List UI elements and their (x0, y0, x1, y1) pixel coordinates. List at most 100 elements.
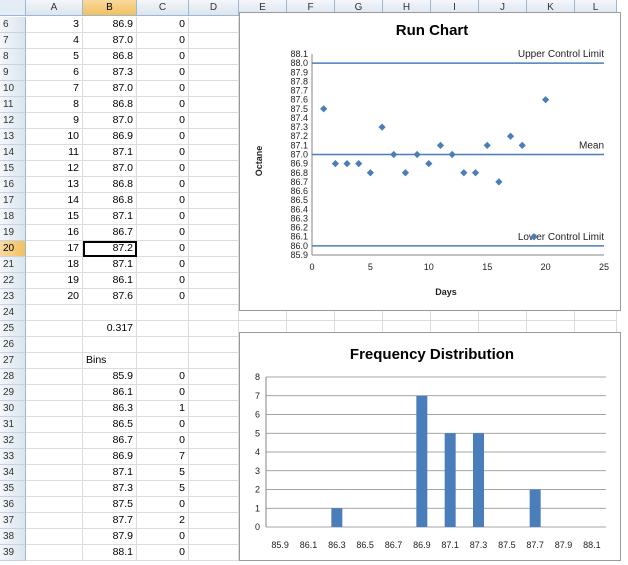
cell-b19[interactable]: 86.7 (83, 225, 137, 241)
cell-a28[interactable] (26, 369, 83, 385)
cell-a32[interactable] (26, 433, 83, 449)
column-header-b[interactable]: B (83, 0, 137, 16)
row-header[interactable]: 34 (0, 465, 26, 481)
cell-b22[interactable]: 86.1 (83, 273, 137, 289)
row-header[interactable]: 13 (0, 129, 26, 145)
cell-c17[interactable]: 0 (137, 193, 189, 209)
cell-c33[interactable]: 7 (137, 449, 189, 465)
cell-c15[interactable]: 0 (137, 161, 189, 177)
cell-d18[interactable] (189, 209, 239, 225)
column-header-d[interactable]: D (189, 0, 239, 16)
row-header[interactable]: 7 (0, 33, 26, 49)
row-header[interactable]: 14 (0, 145, 26, 161)
cell-c9[interactable]: 0 (137, 65, 189, 81)
row-header[interactable]: 8 (0, 49, 26, 65)
cell-a30[interactable] (26, 401, 83, 417)
cell-b9[interactable]: 87.3 (83, 65, 137, 81)
row-header[interactable]: 20 (0, 241, 26, 257)
cell-c7[interactable]: 0 (137, 33, 189, 49)
cell-b25[interactable]: 0.317 (83, 321, 137, 337)
cell-a38[interactable] (26, 529, 83, 545)
cell-c8[interactable]: 0 (137, 49, 189, 65)
cell-c26[interactable] (137, 337, 189, 353)
cell-c32[interactable]: 0 (137, 433, 189, 449)
row-header[interactable]: 37 (0, 513, 26, 529)
row-header[interactable]: 12 (0, 113, 26, 129)
cell-a26[interactable] (26, 337, 83, 353)
row-header[interactable]: 6 (0, 17, 26, 33)
cell-c13[interactable]: 0 (137, 129, 189, 145)
cell-d20[interactable] (189, 241, 239, 257)
cell-d30[interactable] (189, 401, 239, 417)
cell-b21[interactable]: 87.1 (83, 257, 137, 273)
cell-b12[interactable]: 87.0 (83, 113, 137, 129)
cell-a29[interactable] (26, 385, 83, 401)
cell-d19[interactable] (189, 225, 239, 241)
cell-b38[interactable]: 87.9 (83, 529, 137, 545)
cell-d22[interactable] (189, 273, 239, 289)
row-header[interactable]: 26 (0, 337, 26, 353)
row-header[interactable]: 35 (0, 481, 26, 497)
cell-c21[interactable]: 0 (137, 257, 189, 273)
cell-a16[interactable]: 13 (26, 177, 83, 193)
select-all-corner[interactable] (0, 0, 26, 16)
cell-a33[interactable] (26, 449, 83, 465)
row-header[interactable]: 23 (0, 289, 26, 305)
cell-a19[interactable]: 16 (26, 225, 83, 241)
row-header[interactable]: 9 (0, 65, 26, 81)
cell-c19[interactable]: 0 (137, 225, 189, 241)
cell-c16[interactable]: 0 (137, 177, 189, 193)
cell-a27[interactable] (26, 353, 83, 369)
cell-a18[interactable]: 15 (26, 209, 83, 225)
cell-c29[interactable]: 0 (137, 385, 189, 401)
cell-d9[interactable] (189, 65, 239, 81)
cell-d33[interactable] (189, 449, 239, 465)
cell-c14[interactable]: 0 (137, 145, 189, 161)
cell-b7[interactable]: 87.0 (83, 33, 137, 49)
cell-b27[interactable]: Bins (83, 353, 137, 369)
cell-c28[interactable]: 0 (137, 369, 189, 385)
row-header[interactable]: 38 (0, 529, 26, 545)
cell-b39[interactable]: 88.1 (83, 545, 137, 561)
cell-b28[interactable]: 85.9 (83, 369, 137, 385)
cell-a12[interactable]: 9 (26, 113, 83, 129)
cell-c31[interactable]: 0 (137, 417, 189, 433)
cell-a9[interactable]: 6 (26, 65, 83, 81)
cell-b8[interactable]: 86.8 (83, 49, 137, 65)
cell-b6[interactable]: 86.9 (83, 17, 137, 33)
cell-d38[interactable] (189, 529, 239, 545)
cell-d6[interactable] (189, 17, 239, 33)
cell-d34[interactable] (189, 465, 239, 481)
cell-c37[interactable]: 2 (137, 513, 189, 529)
cell-c30[interactable]: 1 (137, 401, 189, 417)
row-header[interactable]: 15 (0, 161, 26, 177)
cell-d31[interactable] (189, 417, 239, 433)
cell-a22[interactable]: 19 (26, 273, 83, 289)
cell-a13[interactable]: 10 (26, 129, 83, 145)
cell-b36[interactable]: 87.5 (83, 497, 137, 513)
column-header-a[interactable]: A (26, 0, 83, 16)
row-header[interactable]: 32 (0, 433, 26, 449)
row-header[interactable]: 21 (0, 257, 26, 273)
row-header[interactable]: 17 (0, 193, 26, 209)
cell-b30[interactable]: 86.3 (83, 401, 137, 417)
cell-d35[interactable] (189, 481, 239, 497)
cell-a17[interactable]: 14 (26, 193, 83, 209)
cell-a37[interactable] (26, 513, 83, 529)
cell-a7[interactable]: 4 (26, 33, 83, 49)
cell-a11[interactable]: 8 (26, 97, 83, 113)
cell-c6[interactable]: 0 (137, 17, 189, 33)
cell-b20[interactable]: 87.2 (83, 241, 137, 257)
cell-b23[interactable]: 87.6 (83, 289, 137, 305)
cell-d7[interactable] (189, 33, 239, 49)
cell-d10[interactable] (189, 81, 239, 97)
cell-c38[interactable]: 0 (137, 529, 189, 545)
row-header[interactable]: 24 (0, 305, 26, 321)
cell-c18[interactable]: 0 (137, 209, 189, 225)
row-header[interactable]: 27 (0, 353, 26, 369)
cell-b31[interactable]: 86.5 (83, 417, 137, 433)
cell-b29[interactable]: 86.1 (83, 385, 137, 401)
cell-c22[interactable]: 0 (137, 273, 189, 289)
cell-d24[interactable] (189, 305, 239, 321)
cell-a20[interactable]: 17 (26, 241, 83, 257)
